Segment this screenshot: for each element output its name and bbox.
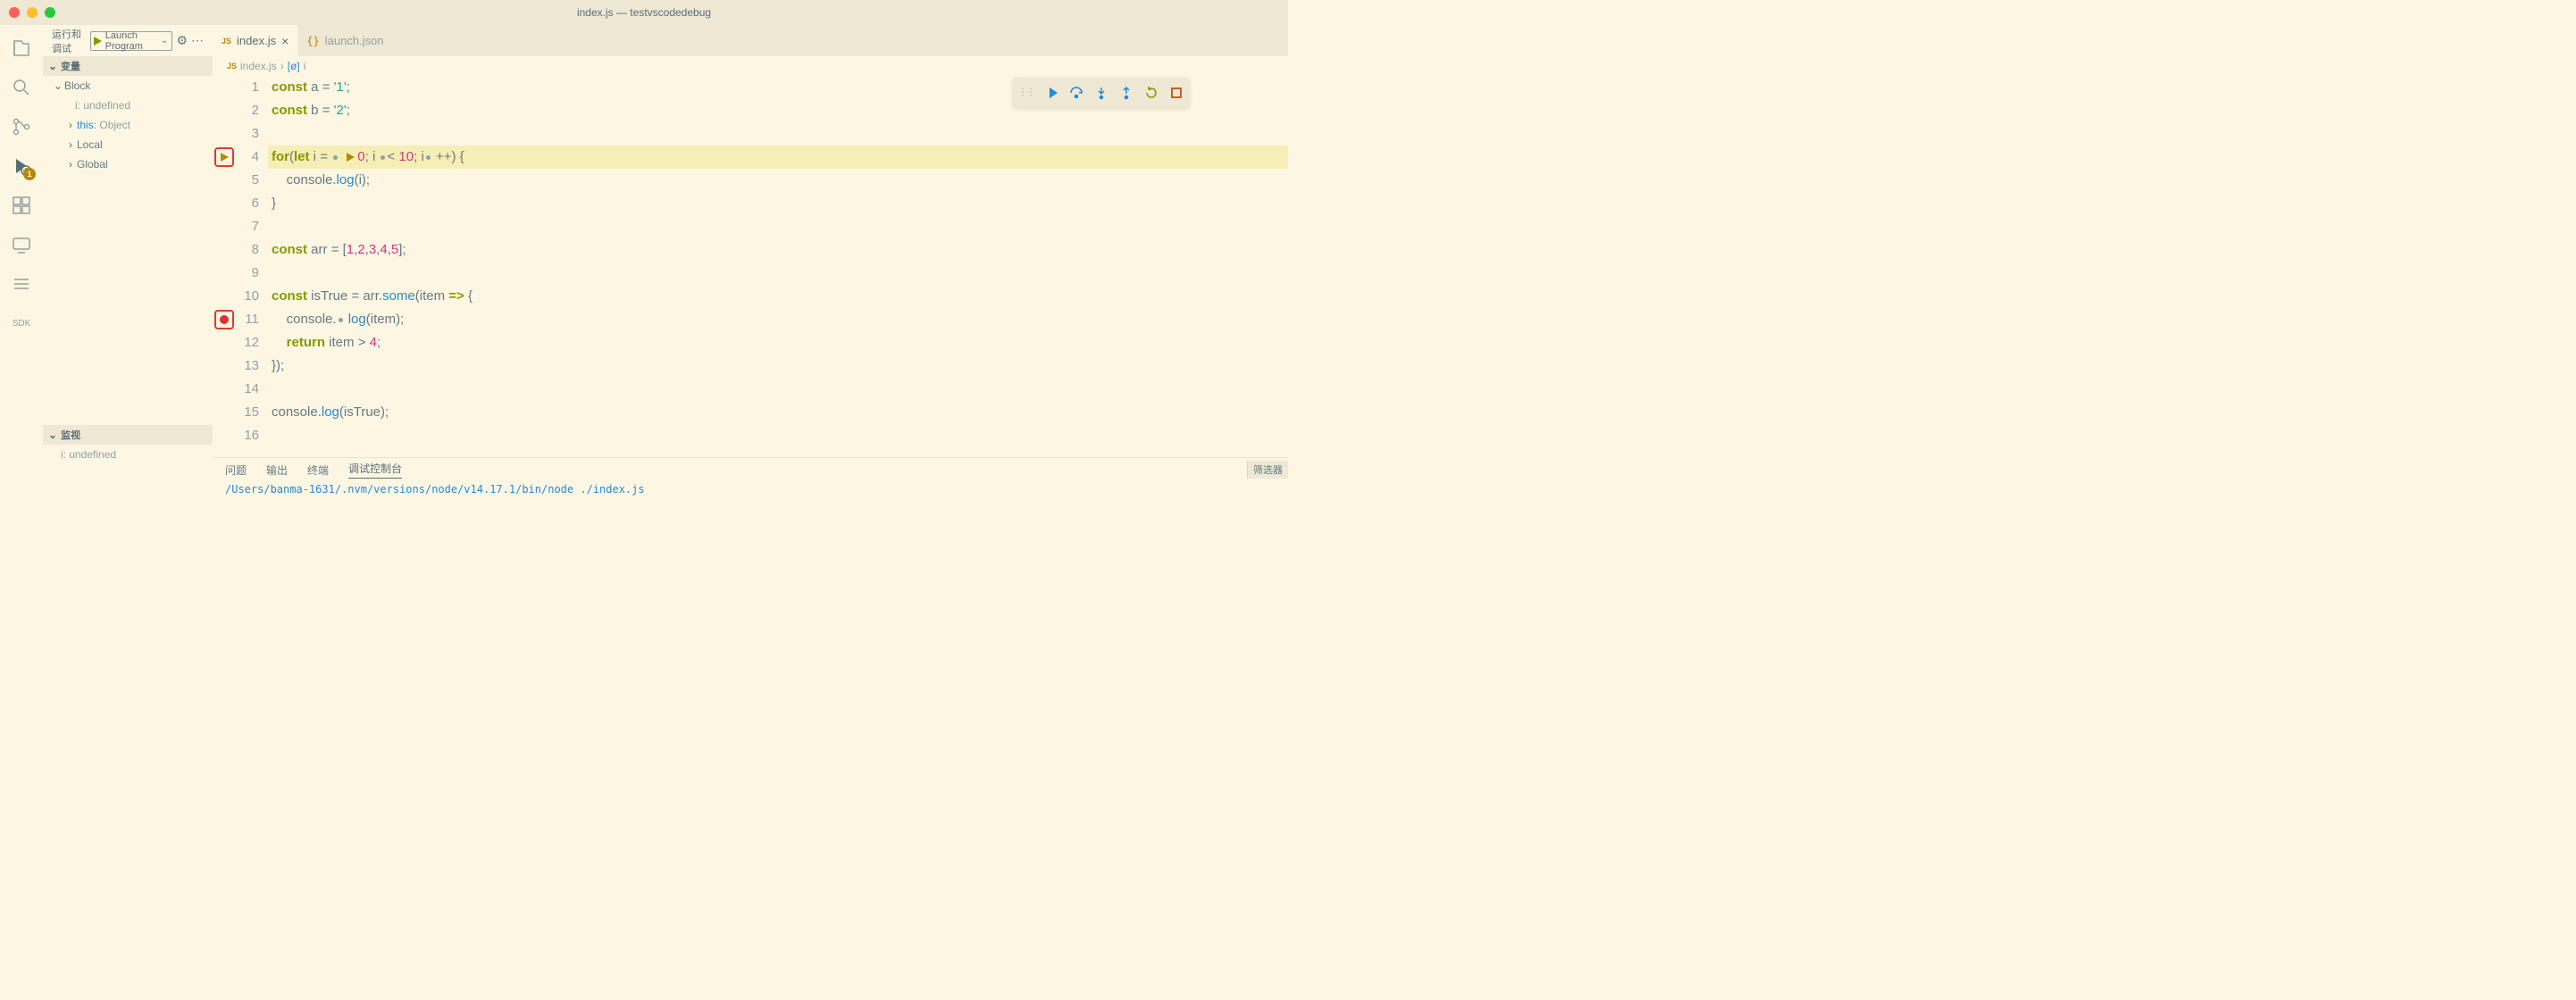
tab-index-js[interactable]: JS index.js ×	[213, 25, 297, 56]
minimize-window-button[interactable]	[27, 7, 38, 18]
variables-section-header[interactable]: ⌄变量	[43, 56, 213, 76]
sdk-icon[interactable]: SDK	[9, 311, 34, 336]
inline-value-dot	[426, 155, 431, 160]
scope-global[interactable]: ›Global	[43, 154, 213, 174]
tab-launch-json[interactable]: {} launch.json	[297, 25, 392, 56]
debug-sidebar: 运行和调试 Launch Program ⌄ ⚙ ⋯ ⌄变量 ⌄Block i:…	[43, 25, 213, 500]
inline-value-dot	[381, 155, 385, 160]
breadcrumb-symbol: i	[304, 60, 306, 72]
explorer-icon[interactable]	[9, 36, 34, 61]
chevron-down-icon: ⌄	[52, 79, 64, 92]
scope-local[interactable]: ›Local	[43, 135, 213, 154]
remote-icon[interactable]	[9, 232, 34, 257]
chevron-right-icon: ›	[64, 138, 77, 151]
gear-icon[interactable]: ⚙	[176, 33, 188, 48]
variable-this[interactable]: ›this: Object	[43, 115, 213, 135]
chevron-down-icon: ⌄	[46, 60, 59, 72]
titlebar: index.js — testvscodedebug	[0, 0, 1288, 25]
editor-area: JS index.js × {} launch.json JS index.js…	[213, 25, 1288, 500]
breadcrumb[interactable]: JS index.js › [ø] i	[213, 56, 1288, 76]
inline-value-dot	[339, 318, 343, 322]
debug-badge: 1	[23, 168, 36, 180]
scope-block[interactable]: ⌄Block	[43, 76, 213, 96]
js-file-icon: JS	[227, 62, 237, 71]
tab-label: launch.json	[325, 34, 384, 47]
maximize-window-button[interactable]	[45, 7, 55, 18]
inline-value-dot	[333, 155, 338, 160]
more-icon[interactable]: ⋯	[191, 33, 204, 48]
variable-i[interactable]: i: undefined	[43, 96, 213, 115]
close-icon[interactable]: ×	[281, 34, 289, 48]
activity-bar: 1 SDK	[0, 25, 43, 500]
tab-label: index.js	[237, 34, 276, 47]
extensions-icon[interactable]	[9, 193, 34, 218]
launch-config-select[interactable]: Launch Program ⌄	[90, 31, 172, 51]
chevron-down-icon: ⌄	[46, 429, 59, 441]
line-numbers: 123 456 789 101112 131415 16	[238, 76, 268, 457]
window-title: index.js — testvscodedebug	[577, 6, 711, 19]
watch-section-header[interactable]: ⌄监视	[43, 425, 213, 445]
breakpoint-marker[interactable]	[214, 310, 234, 329]
close-window-button[interactable]	[9, 7, 20, 18]
start-debug-icon[interactable]	[91, 36, 103, 46]
logpoint-marker[interactable]	[214, 147, 234, 167]
watch-item-i[interactable]: i: undefined	[43, 445, 213, 464]
filter-input[interactable]: 筛选器	[1247, 461, 1288, 479]
panel-tab-debug-console[interactable]: 调试控制台	[348, 461, 402, 479]
code-content[interactable]: const a = '1'; const b = '2'; for(let i …	[268, 76, 1288, 457]
debug-console-output[interactable]: /Users/banma-1631/.nvm/versions/node/v14…	[213, 481, 1288, 497]
window-controls	[0, 7, 55, 18]
chevron-right-icon: ›	[280, 60, 284, 72]
sidebar-title: 运行和调试	[52, 27, 90, 55]
search-icon[interactable]	[9, 75, 34, 100]
code-editor[interactable]: ⋮⋮ 123 456 789	[213, 76, 1288, 457]
js-file-icon: JS	[222, 37, 231, 46]
json-file-icon: {}	[306, 35, 319, 47]
run-debug-icon[interactable]: 1	[9, 154, 34, 179]
source-control-icon[interactable]	[9, 114, 34, 139]
breakpoint-gutter[interactable]	[213, 76, 238, 457]
inline-logpoint-icon	[345, 146, 355, 169]
chevron-right-icon: ›	[64, 119, 77, 131]
panel-tab-terminal[interactable]: 终端	[307, 462, 329, 478]
bottom-panel: 问题 输出 终端 调试控制台 筛选器 /Users/banma-1631/.nv…	[213, 457, 1288, 500]
launch-config-label: Launch Program	[104, 30, 157, 52]
panel-tab-problems[interactable]: 问题	[225, 462, 247, 478]
chevron-down-icon[interactable]: ⌄	[157, 36, 171, 46]
panel-tab-output[interactable]: 输出	[266, 462, 288, 478]
symbol-icon: [ø]	[288, 60, 300, 72]
menu-icon[interactable]	[9, 271, 34, 296]
chevron-right-icon: ›	[64, 158, 77, 171]
editor-tabs: JS index.js × {} launch.json	[213, 25, 1288, 56]
breadcrumb-file: index.js	[240, 60, 277, 72]
